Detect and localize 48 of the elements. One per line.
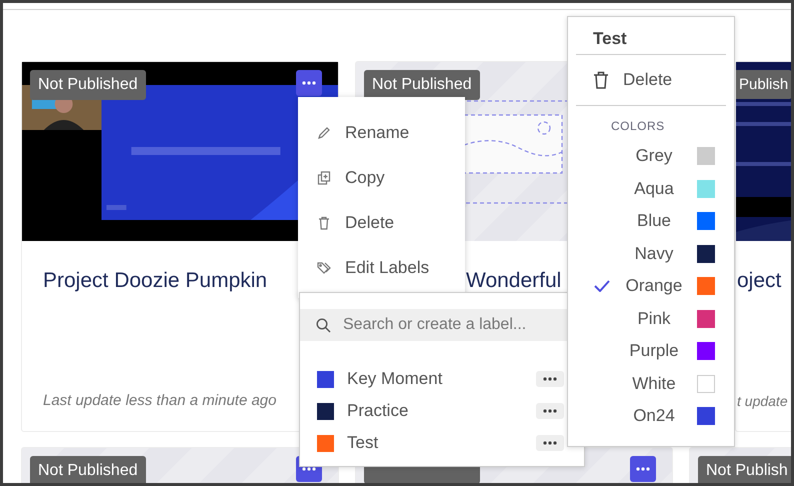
project-title: Wonderful — [466, 269, 562, 293]
trash-icon — [317, 216, 331, 230]
status-badge: Publish — [736, 70, 791, 99]
search-field[interactable]: Search or create a label... — [300, 309, 567, 341]
status-badge: Not Published — [30, 70, 146, 100]
more-button[interactable] — [536, 371, 564, 387]
label-name[interactable]: Key Moment — [347, 369, 536, 389]
color-option[interactable]: Orange — [568, 270, 734, 302]
menu-item[interactable]: Edit Labels — [298, 245, 465, 290]
status-badge: Not Published — [364, 70, 480, 100]
update-time: Last update less than a minute ago — [43, 392, 278, 409]
ellipsis-icon — [636, 467, 650, 471]
search-icon — [316, 318, 331, 332]
ellipsis-icon — [543, 441, 557, 445]
trash-icon — [593, 71, 609, 89]
color-option[interactable]: Grey — [568, 140, 734, 172]
section-heading: COLORS — [610, 118, 666, 135]
more-button[interactable] — [536, 435, 564, 451]
menu-item[interactable]: Rename — [298, 110, 465, 155]
menu-item[interactable]: Delete — [298, 200, 465, 245]
project-title: Project Doozie Pumpkin — [43, 269, 268, 293]
status-badge: Not Published — [30, 456, 146, 483]
color-option[interactable]: Navy — [568, 238, 734, 270]
color-option[interactable]: On24 — [568, 400, 734, 432]
color-option[interactable]: White — [568, 368, 734, 400]
label-title: Test — [592, 28, 628, 50]
color-option[interactable]: Aqua — [568, 172, 734, 205]
search-field[interactable]: Search or create a label... — [343, 316, 548, 334]
ellipsis-icon — [302, 81, 316, 85]
delete-button[interactable]: Delete — [568, 55, 734, 105]
label-name[interactable]: Test — [347, 433, 536, 453]
project-title: oject — [737, 269, 782, 293]
update-time: t update — [737, 393, 789, 409]
ellipsis-icon — [543, 377, 557, 381]
more-button[interactable] — [536, 403, 564, 419]
color-option[interactable]: Blue — [568, 205, 734, 238]
menu-item[interactable]: Copy — [298, 155, 465, 200]
check-icon — [594, 280, 610, 292]
copy-icon — [317, 170, 331, 184]
ellipsis-icon — [543, 409, 557, 413]
more-button[interactable] — [630, 456, 656, 482]
status-badge: Not Publish — [698, 456, 791, 483]
color-option[interactable]: Pink — [568, 302, 734, 335]
more-button[interactable] — [296, 70, 322, 96]
label-name[interactable]: Practice — [347, 401, 536, 421]
tags-icon — [317, 260, 331, 274]
pencil-icon — [317, 126, 331, 140]
color-option[interactable]: Purple — [568, 335, 734, 368]
